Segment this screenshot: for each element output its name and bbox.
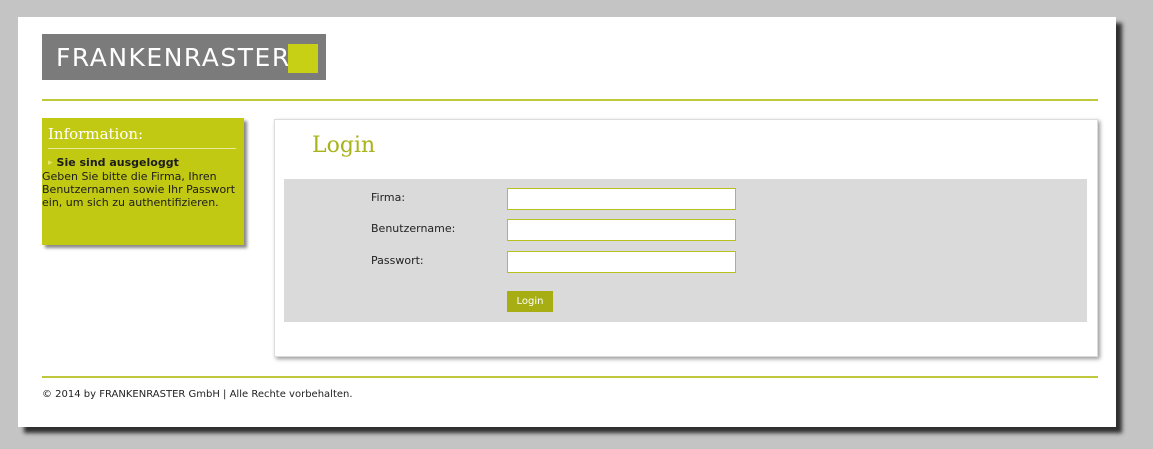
login-button[interactable]: Login [507, 291, 553, 312]
information-title: Information: [48, 125, 144, 143]
information-box: Information: ▸ Sie sind ausgeloggt Geben… [42, 118, 244, 245]
benutzername-input[interactable] [507, 219, 736, 241]
logo[interactable]: FRANKENRASTER [42, 34, 326, 80]
login-form: Firma: Benutzername: Passwort: Login [284, 179, 1087, 322]
status-message: Geben Sie bitte die Firma, Ihren Benutze… [42, 170, 236, 209]
logo-square-icon [288, 44, 318, 73]
login-title: Login [312, 133, 376, 158]
footer-copyright: © 2014 by FRANKENRASTER GmbH | Alle Rech… [42, 389, 353, 400]
footer-divider [42, 376, 1098, 378]
logo-text: FRANKENRASTER [56, 42, 291, 72]
passwort-label: Passwort: [371, 254, 424, 267]
benutzername-label: Benutzername: [371, 222, 456, 235]
passwort-input[interactable] [507, 251, 736, 273]
login-panel: Login Firma: Benutzername: Passwort: Log… [274, 119, 1098, 357]
bullet-icon: ▸ [48, 157, 53, 168]
status-heading: Sie sind ausgeloggt [56, 156, 179, 169]
header-divider [42, 99, 1098, 101]
page-container: FRANKENRASTER Information: ▸ Sie sind au… [18, 17, 1116, 427]
firma-label: Firma: [371, 191, 406, 204]
firma-input[interactable] [507, 188, 736, 210]
status-heading-row: ▸ Sie sind ausgeloggt [42, 149, 244, 169]
